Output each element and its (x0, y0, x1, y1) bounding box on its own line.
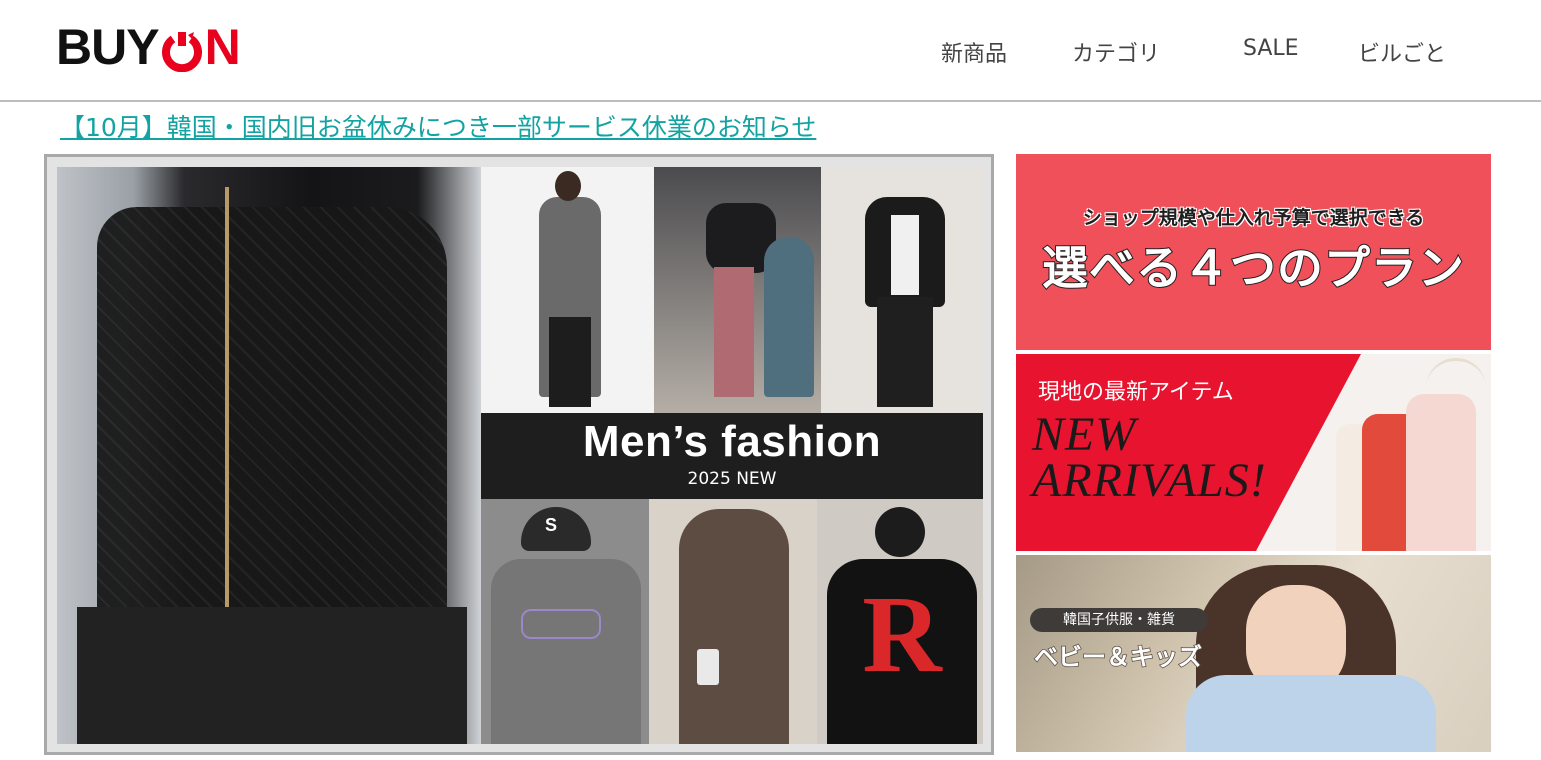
holiday-notice-link[interactable]: 【10月】韓国・国内旧お盆休みにつき一部サービス休業のお知らせ (60, 108, 816, 144)
nav-categories[interactable]: カテゴリ (1072, 36, 1160, 68)
plans-banner[interactable]: ショップ規模や仕入れ予算で選択できる 選べる４つのプラン (1016, 154, 1491, 350)
logo-text-buy: BUY (56, 19, 160, 75)
arrivals-line-1: NEW (1032, 408, 1137, 461)
power-icon (161, 26, 203, 73)
cap-sweatshirt-photo: S (481, 499, 649, 744)
nav-per-building[interactable]: ビルごと (1358, 36, 1446, 68)
logo-text-n: N (204, 19, 241, 75)
mens-fashion-caption: Men’s fashion 2025 NEW (481, 413, 983, 499)
grey-coat-photo (481, 167, 654, 413)
site-header: BUY N 新商品 カテゴリ SALE ビルごと (0, 0, 1541, 102)
arrivals-line-2: ARRIVALS! (1032, 454, 1267, 507)
kids-pill-text: 韓国子供服・雑貨 (1063, 612, 1175, 628)
turtleneck-photo (649, 499, 817, 744)
new-arrivals-banner[interactable]: 現地の最新アイテム NEW ARRIVALS! (1016, 354, 1491, 551)
nav-new-products[interactable]: 新商品 (941, 36, 1007, 68)
buyon-logo[interactable]: BUY N (56, 19, 241, 75)
banner-title: Men’s fashion (582, 417, 882, 466)
r-sweater-photo: R (817, 499, 983, 744)
quilted-jacket-photo (57, 167, 481, 744)
nav-sale[interactable]: SALE (1243, 36, 1299, 61)
baby-kids-banner[interactable]: 韓国子供服・雑貨 ベビー＆キッズ (1016, 555, 1491, 752)
plans-title: 選べる４つのプラン (1041, 240, 1465, 296)
banner-subtitle: 2025 NEW (687, 469, 777, 489)
kids-title: ベビー＆キッズ (1033, 642, 1203, 672)
arrivals-label: 現地の最新アイテム (1038, 380, 1234, 405)
plans-tagline: ショップ規模や仕入れ予算で選択できる (1082, 207, 1425, 229)
street-style-photo (654, 167, 821, 413)
mens-fashion-banner[interactable]: Men’s fashion 2025 NEW S R (44, 154, 994, 755)
arrivals-title: NEW ARRIVALS! (1032, 408, 1267, 507)
banner-collage: Men’s fashion 2025 NEW S R (57, 167, 983, 744)
track-jacket-photo (821, 167, 983, 413)
